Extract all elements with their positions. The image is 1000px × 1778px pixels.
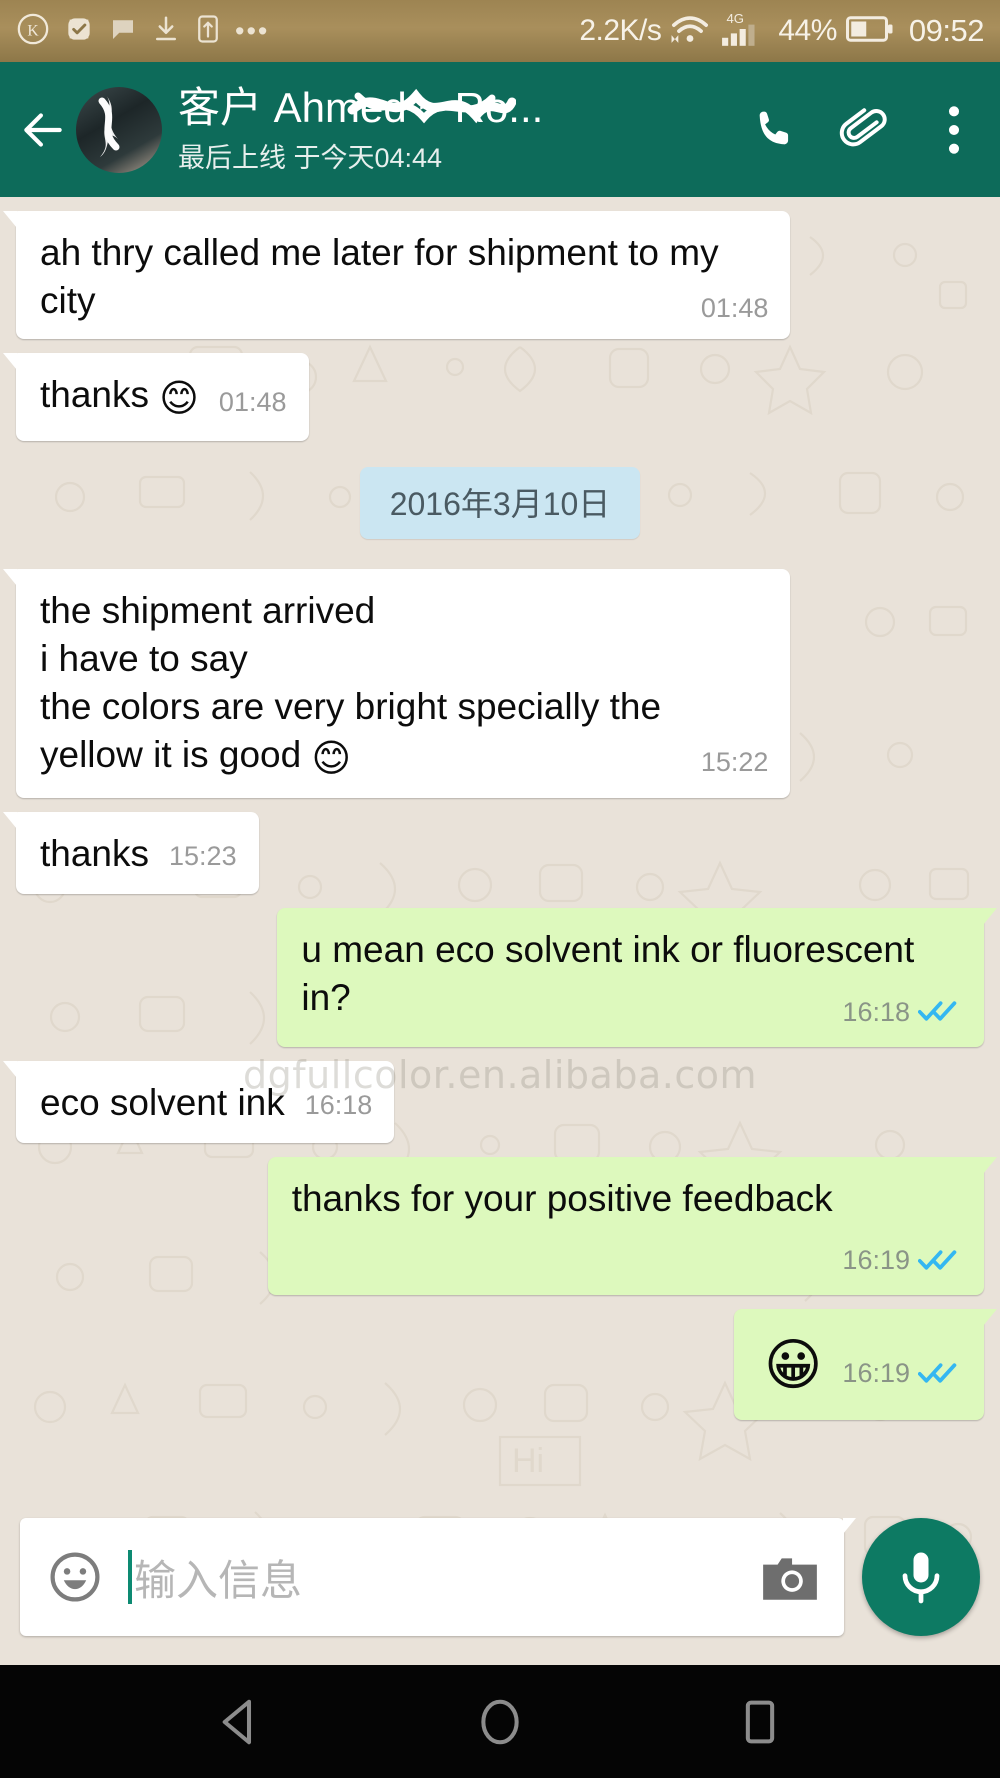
message-text: the shipment arrived i have to say the c… <box>40 589 671 780</box>
camera-icon[interactable] <box>758 1548 822 1606</box>
message-emoji: 😀 <box>764 1332 823 1396</box>
message-meta: 15:22 <box>701 745 769 780</box>
message-bubble-incoming[interactable]: the shipment arrived i have to say the c… <box>2 568 791 799</box>
message-row[interactable]: the shipment arrived i have to say the c… <box>0 568 1000 799</box>
chat-bubble-icon <box>108 14 138 49</box>
message-bubble-incoming[interactable]: thanks 😊 01:48 <box>3 353 309 441</box>
read-receipt-icon <box>917 1237 962 1285</box>
message-meta: 01:48 <box>701 291 769 326</box>
message-text: thanks 😊 <box>40 371 199 424</box>
date-divider: 2016年3月10日 <box>359 466 641 539</box>
svg-text:K: K <box>27 22 39 39</box>
message-input-bar: 输入信息 <box>0 1511 1000 1643</box>
message-row[interactable]: thanks 15:23 <box>0 812 1000 895</box>
avatar[interactable] <box>76 86 162 173</box>
message-bubble-outgoing[interactable]: u mean eco solvent ink or fluorescent in… <box>277 908 997 1047</box>
message-row[interactable]: 😀 16:19 <box>0 1308 1000 1420</box>
message-bubble-incoming[interactable]: thanks 15:23 <box>3 812 259 895</box>
message-bubble-incoming[interactable]: ah thry called me later for shipment to … <box>2 211 791 340</box>
message-bubble-outgoing[interactable]: thanks for your positive feedback 16:19 <box>267 1156 998 1295</box>
battery-icon <box>845 14 894 49</box>
message-meta: 01:48 <box>219 385 287 420</box>
message-time: 16:18 <box>842 996 910 1027</box>
smiley-face-icon[interactable] <box>46 1548 104 1606</box>
message-row[interactable]: u mean eco solvent ink or fluorescent in… <box>0 908 1000 1047</box>
message-input-placeholder[interactable]: 输入信息 <box>134 1547 758 1608</box>
paperclip-icon[interactable] <box>836 100 892 160</box>
status-bar-right-cluster: 2.2K/s 4G 44% 09:52 <box>579 10 984 53</box>
message-text: u mean eco solvent ink or fluorescent in… <box>301 929 925 1019</box>
header-text-block: 客户 Ahmed ~ Ro... 最后上线 于今天04:44 <box>178 84 732 176</box>
check-badge-icon <box>63 13 95 50</box>
message-text-body: thanks <box>40 374 160 416</box>
status-bar-left-icons: K ••• <box>16 12 269 51</box>
message-text: thanks for your positive feedback <box>291 1177 833 1219</box>
message-meta: 16:19 <box>842 1237 962 1285</box>
more-dots-icon: ••• <box>235 15 270 46</box>
message-meta: 16:19 <box>842 1350 962 1398</box>
battery-percent: 44% <box>778 14 837 47</box>
read-receipt-icon <box>917 1350 962 1398</box>
signal-bars-icon: 4G <box>719 10 769 53</box>
phone-icon[interactable] <box>746 100 802 160</box>
status-bar-clock: 09:52 <box>908 13 985 48</box>
message-row[interactable]: ah thry called me later for shipment to … <box>0 211 1000 340</box>
nav-home-circle-icon[interactable] <box>455 1677 545 1767</box>
status-bar: K ••• 2.2K/s 4G 44% 09:52 <box>0 0 1000 62</box>
chat-scroll-container[interactable]: ah thry called me later for shipment to … <box>0 197 1000 1665</box>
read-receipt-icon <box>917 988 962 1036</box>
nav-back-triangle-icon[interactable] <box>195 1677 285 1767</box>
message-meta: 15:23 <box>169 839 237 874</box>
message-text: thanks <box>40 833 150 875</box>
sim-card-icon <box>194 14 222 49</box>
chat-message-list[interactable]: Hi ah thry called me later for shipment … <box>0 197 1000 1665</box>
header-actions <box>746 100 982 160</box>
voice-record-button[interactable] <box>862 1518 980 1636</box>
message-time: 01:48 <box>700 293 769 324</box>
message-text: ah thry called me later for shipment to … <box>40 232 729 322</box>
more-vertical-icon[interactable] <box>926 100 982 160</box>
message-input-field[interactable]: 输入信息 <box>20 1518 856 1636</box>
message-time: 16:19 <box>842 1245 910 1276</box>
message-time: 15:22 <box>700 746 769 777</box>
chat-header: 客户 Ahmed ~ Ro... 最后上线 于今天04:44 <box>0 62 1000 197</box>
kiwi-k-icon: K <box>16 12 50 51</box>
message-time: 16:19 <box>842 1358 910 1389</box>
message-row[interactable]: eco solvent ink 16:18 <box>0 1060 1000 1143</box>
message-meta: 16:18 <box>842 988 962 1036</box>
date-divider-row: 2016年3月10日 <box>0 466 1000 539</box>
android-navigation-bar <box>0 1665 1000 1778</box>
message-time: 16:18 <box>304 1089 373 1120</box>
phone-screen: K ••• 2.2K/s 4G 44% 09:52 客户 Ahmed ~ Ro.… <box>0 0 1000 1778</box>
message-time: 01:48 <box>218 387 287 418</box>
message-bubble-outgoing[interactable]: 😀 16:19 <box>734 1308 997 1420</box>
message-bubble-incoming[interactable]: eco solvent ink 16:18 <box>2 1060 395 1143</box>
text-cursor <box>128 1550 132 1604</box>
network-speed: 2.2K/s <box>579 14 662 47</box>
contact-name: 客户 Ahmed ~ Ro... <box>178 83 544 131</box>
message-row[interactable]: thanks 😊 01:48 <box>0 353 1000 441</box>
message-text-body: the shipment arrived i have to say the c… <box>40 589 662 775</box>
svg-text:4G: 4G <box>727 11 745 26</box>
download-icon <box>151 14 181 49</box>
message-row[interactable]: thanks for your positive feedback 16:19 <box>0 1156 1000 1295</box>
back-button[interactable] <box>14 101 72 159</box>
wifi-icon <box>670 12 710 51</box>
message-emoji: 😊 <box>159 378 199 421</box>
contact-status: 最后上线 于今天04:44 <box>178 143 443 174</box>
message-emoji: 😊 <box>311 737 352 780</box>
nav-recents-square-icon[interactable] <box>715 1677 805 1767</box>
message-meta: 16:18 <box>305 1088 373 1123</box>
message-text: eco solvent ink <box>40 1081 285 1123</box>
message-time: 15:23 <box>169 841 237 872</box>
